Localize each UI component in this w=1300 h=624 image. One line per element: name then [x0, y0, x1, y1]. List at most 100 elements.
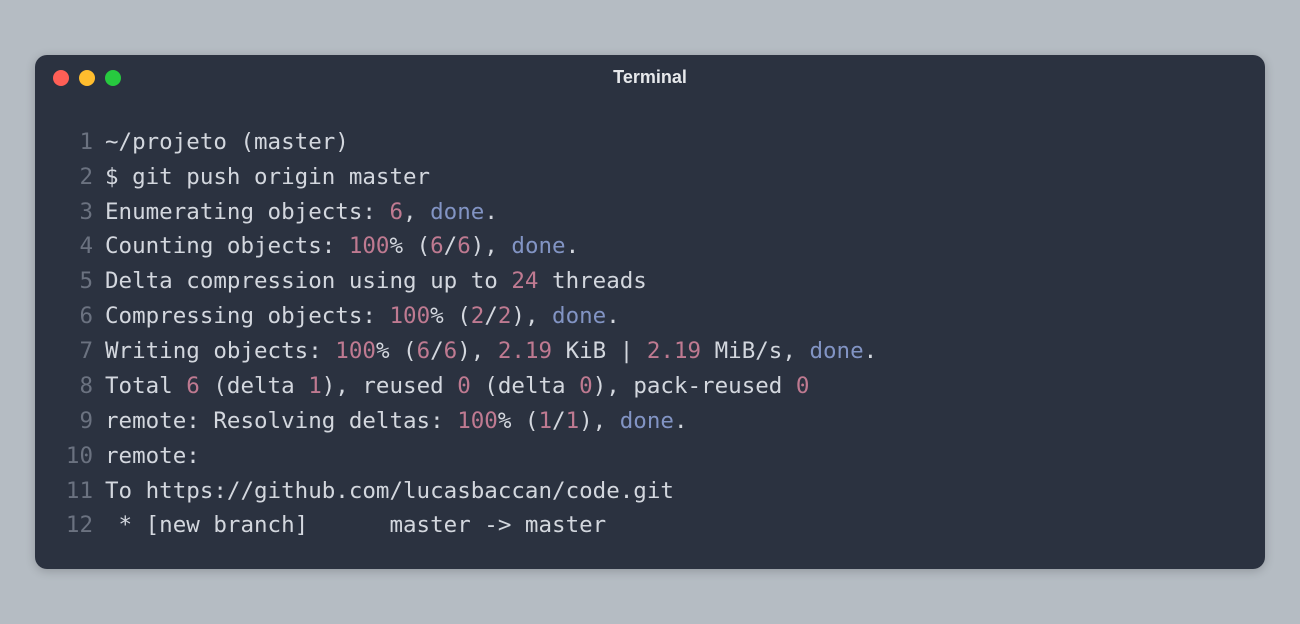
text-segment: . — [674, 408, 688, 434]
line-content: ~/projeto (master) — [105, 125, 349, 160]
text-segment: 2 — [471, 303, 485, 329]
terminal-line: 1~/projeto (master) — [57, 125, 1243, 160]
text-segment: % ( — [376, 338, 417, 364]
text-segment: % ( — [389, 233, 430, 259]
line-content: Compressing objects: 100% (2/2), done. — [105, 299, 620, 334]
text-segment: To https://github.com/lucasbaccan/code.g… — [105, 478, 674, 504]
text-segment: MiB/s, — [701, 338, 809, 364]
line-content: remote: Resolving deltas: 100% (1/1), do… — [105, 404, 688, 439]
terminal-line: 2$ git push origin master — [57, 160, 1243, 195]
text-segment: . — [864, 338, 878, 364]
text-segment: ), — [511, 303, 552, 329]
text-segment: 6 — [186, 373, 200, 399]
text-segment: 0 — [579, 373, 593, 399]
line-content: To https://github.com/lucasbaccan/code.g… — [105, 474, 674, 509]
text-segment: done — [620, 408, 674, 434]
line-content: $ git push origin master — [105, 160, 430, 195]
text-segment: ), — [579, 408, 620, 434]
titlebar: Terminal — [35, 55, 1265, 101]
line-content: Delta compression using up to 24 threads — [105, 264, 647, 299]
text-segment: 100 — [389, 303, 430, 329]
terminal-line: 8Total 6 (delta 1), reused 0 (delta 0), … — [57, 369, 1243, 404]
line-number: 5 — [57, 264, 105, 299]
text-segment: done — [511, 233, 565, 259]
terminal-line: 3Enumerating objects: 6, done. — [57, 195, 1243, 230]
text-segment: ~/projeto (master) — [105, 129, 349, 155]
terminal-line: 5Delta compression using up to 24 thread… — [57, 264, 1243, 299]
text-segment: 2 — [498, 303, 512, 329]
text-segment: done — [809, 338, 863, 364]
text-segment: 2.19 — [498, 338, 552, 364]
terminal-window: Terminal 1~/projeto (master)2$ git push … — [35, 55, 1265, 570]
line-number: 9 — [57, 404, 105, 439]
line-content: Writing objects: 100% (6/6), 2.19 KiB | … — [105, 334, 877, 369]
text-segment: $ git push origin master — [105, 164, 430, 190]
line-content: Enumerating objects: 6, done. — [105, 195, 498, 230]
line-content: * [new branch] master -> master — [105, 508, 606, 543]
text-segment: 6 — [457, 233, 471, 259]
line-number: 12 — [57, 508, 105, 543]
text-segment: done — [430, 199, 484, 225]
text-segment: remote: Resolving deltas: — [105, 408, 457, 434]
line-number: 4 — [57, 229, 105, 264]
text-segment: , — [403, 199, 430, 225]
zoom-button[interactable] — [105, 70, 121, 86]
text-segment: 100 — [349, 233, 390, 259]
window-title: Terminal — [613, 67, 687, 88]
text-segment: 6 — [430, 233, 444, 259]
line-content: Total 6 (delta 1), reused 0 (delta 0), p… — [105, 369, 809, 404]
text-segment: 6 — [389, 199, 403, 225]
text-segment: threads — [538, 268, 646, 294]
traffic-lights — [53, 70, 121, 86]
close-button[interactable] — [53, 70, 69, 86]
text-segment: 0 — [796, 373, 810, 399]
line-number: 2 — [57, 160, 105, 195]
text-segment: 6 — [444, 338, 458, 364]
text-segment: KiB | — [552, 338, 647, 364]
text-segment: done — [552, 303, 606, 329]
terminal-line: 11To https://github.com/lucasbaccan/code… — [57, 474, 1243, 509]
text-segment: Compressing objects: — [105, 303, 389, 329]
terminal-line: 10remote: — [57, 439, 1243, 474]
line-number: 1 — [57, 125, 105, 160]
terminal-line: 12 * [new branch] master -> master — [57, 508, 1243, 543]
text-segment: Enumerating objects: — [105, 199, 389, 225]
line-number: 6 — [57, 299, 105, 334]
text-segment: 2.19 — [647, 338, 701, 364]
text-segment: ), — [471, 233, 512, 259]
terminal-line: 4Counting objects: 100% (6/6), done. — [57, 229, 1243, 264]
text-segment: ), reused — [322, 373, 457, 399]
text-segment: Writing objects: — [105, 338, 335, 364]
text-segment: 24 — [511, 268, 538, 294]
line-number: 8 — [57, 369, 105, 404]
text-segment: Counting objects: — [105, 233, 349, 259]
text-segment: / — [484, 303, 498, 329]
text-segment: * [new branch] master -> master — [105, 512, 606, 538]
line-number: 7 — [57, 334, 105, 369]
terminal-line: 7Writing objects: 100% (6/6), 2.19 KiB |… — [57, 334, 1243, 369]
text-segment: 1 — [538, 408, 552, 434]
text-segment: 100 — [335, 338, 376, 364]
text-segment: 1 — [566, 408, 580, 434]
text-segment: / — [552, 408, 566, 434]
text-segment: / — [430, 338, 444, 364]
text-segment: Total — [105, 373, 186, 399]
terminal-body[interactable]: 1~/projeto (master)2$ git push origin ma… — [35, 101, 1265, 570]
terminal-line: 6Compressing objects: 100% (2/2), done. — [57, 299, 1243, 334]
text-segment: 1 — [308, 373, 322, 399]
text-segment: % ( — [498, 408, 539, 434]
text-segment: / — [444, 233, 458, 259]
text-segment: . — [566, 233, 580, 259]
text-segment: ), pack-reused — [593, 373, 796, 399]
line-number: 11 — [57, 474, 105, 509]
terminal-line: 9remote: Resolving deltas: 100% (1/1), d… — [57, 404, 1243, 439]
text-segment: . — [484, 199, 498, 225]
minimize-button[interactable] — [79, 70, 95, 86]
line-content: Counting objects: 100% (6/6), done. — [105, 229, 579, 264]
line-number: 3 — [57, 195, 105, 230]
text-segment: (delta — [200, 373, 308, 399]
line-number: 10 — [57, 439, 105, 474]
text-segment: (delta — [471, 373, 579, 399]
text-segment: ), — [457, 338, 498, 364]
line-content: remote: — [105, 439, 200, 474]
